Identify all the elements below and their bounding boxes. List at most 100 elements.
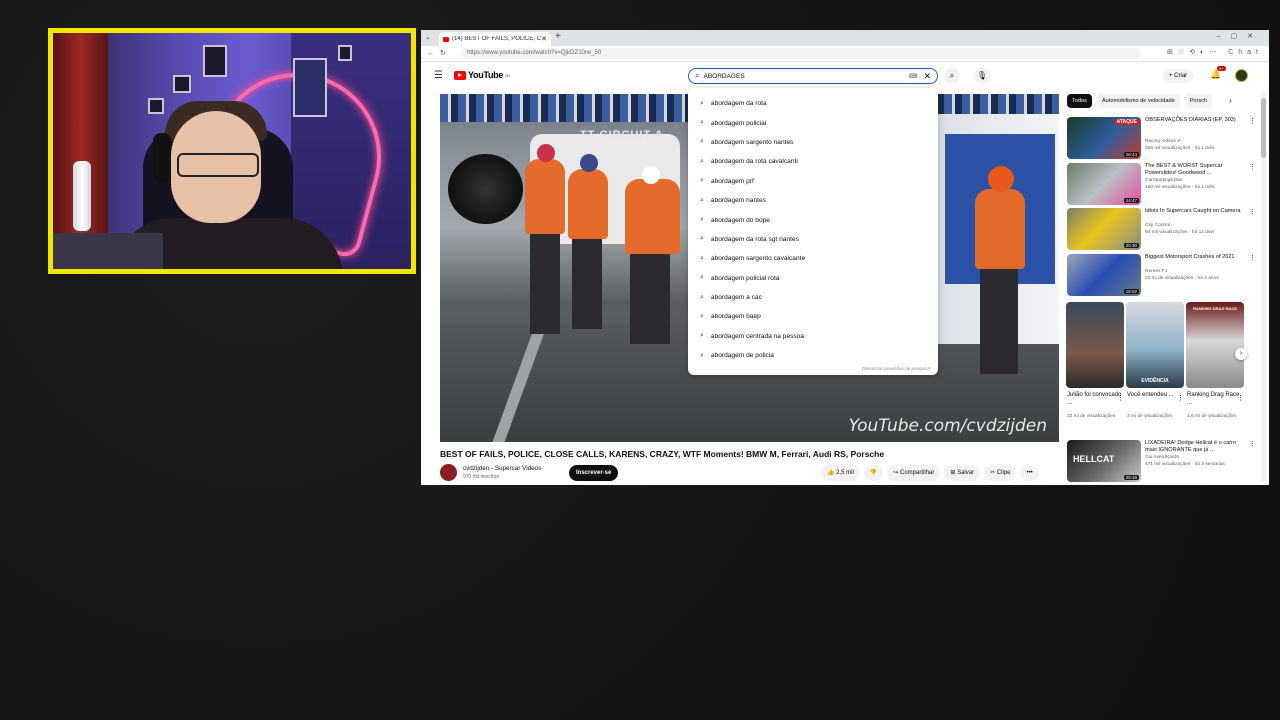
more-options-icon[interactable]: ⋮ xyxy=(1249,163,1256,171)
more-options-icon[interactable]: ⋮ xyxy=(1177,394,1184,402)
rec-title: OBSERVAÇÕES DIÁRIAS (EP. 303) xyxy=(1145,117,1236,123)
browser-tab[interactable]: (14) BEST OF FAILS, POLICE, CLOSE ✕ xyxy=(439,32,551,46)
new-tab-icon[interactable]: + xyxy=(555,31,561,42)
short-meta: 22 mi de visualizações xyxy=(1067,414,1116,419)
rescue-helmet xyxy=(988,166,1014,192)
short-item[interactable]: EVIDÊNCIA xyxy=(1126,302,1184,388)
chat-button[interactable]: Chat xyxy=(1228,49,1263,56)
chevron-right-icon[interactable]: › xyxy=(1235,348,1247,360)
microphone-icon[interactable]: 🎙 xyxy=(974,68,990,84)
youtube-logo[interactable]: YouTube BR xyxy=(454,70,510,80)
save-button[interactable]: ⊞ Salvar xyxy=(944,465,981,481)
close-tab-icon[interactable]: ✕ xyxy=(541,35,547,43)
short-item[interactable]: RANKING DRAG RACE xyxy=(1186,302,1244,388)
more-options-icon[interactable]: ⋮ xyxy=(1117,394,1124,402)
search-button[interactable]: ⌕ xyxy=(944,68,960,84)
tab-list-icon[interactable]: ⌄ xyxy=(425,33,431,41)
menu-icon[interactable]: ☰ xyxy=(434,70,443,81)
sidebar-scrollbar[interactable] xyxy=(1261,92,1266,482)
chip-all[interactable]: Todos xyxy=(1067,94,1092,108)
rec-meta: 366 mil visualizações · há 1 mês xyxy=(1145,146,1215,151)
video-watermark: YouTube.com/cvdzijden xyxy=(848,416,1047,436)
more-options-icon[interactable]: ⋮ xyxy=(1249,208,1256,216)
create-button[interactable]: + Criar xyxy=(1163,69,1194,83)
suggestion-item[interactable]: ⌕ abordagem nantes xyxy=(688,191,938,210)
browser-window: ⌄ (14) BEST OF FAILS, POLICE, CLOSE ✕ + … xyxy=(421,30,1269,485)
short-title[interactable]: Ranking Drag Race ... xyxy=(1187,392,1243,407)
search-input[interactable]: ⌕ ABORDAGES ⌨ ✕ xyxy=(688,68,938,84)
glasses xyxy=(177,153,259,177)
duration: 28:43 xyxy=(1123,152,1139,157)
short-meta: 3 mi de visualizações xyxy=(1127,414,1173,419)
rescue-worker xyxy=(975,189,1025,269)
marshal xyxy=(568,169,608,239)
clip-label: Clipe xyxy=(996,470,1011,476)
notification-badge: 9+ xyxy=(1217,66,1226,71)
share-button[interactable]: ↪ Compartilhar xyxy=(887,465,941,481)
wall-frame xyxy=(148,98,164,114)
recommendation-item[interactable]: ATAQUE 28:43 OBSERVAÇÕES DIÁRIAS (EP. 30… xyxy=(1067,117,1257,159)
like-count: 2,5 mil xyxy=(836,470,854,476)
scrollbar-thumb[interactable] xyxy=(1261,98,1266,158)
more-actions-button[interactable]: ••• xyxy=(1020,465,1039,481)
recommendation-item[interactable]: 20:30 Idiots In Supercars Caught on Came… xyxy=(1067,208,1257,250)
dislike-button[interactable]: 👎 xyxy=(863,465,884,481)
clear-search-icon[interactable]: ✕ xyxy=(923,71,931,82)
search-icon: ⌕ xyxy=(700,332,704,340)
rec-channel: Gui AverdKardo xyxy=(1145,455,1179,460)
marshal-cap xyxy=(580,154,598,172)
wall-frame xyxy=(203,45,227,77)
report-predictions-link[interactable]: Denunciar previsões de pesquisa xyxy=(862,366,930,371)
water-bottle xyxy=(73,161,91,231)
suggestion-item[interactable]: ⌕ abordagem baep xyxy=(688,307,938,326)
short-item[interactable] xyxy=(1066,302,1124,388)
window-controls[interactable]: –▢✕ xyxy=(1217,32,1263,40)
more-options-icon[interactable]: ⋮ xyxy=(1249,117,1256,125)
more-options-icon[interactable]: ⋮ xyxy=(1237,394,1244,402)
nav-buttons[interactable]: ←↻ xyxy=(427,49,452,57)
subscribe-button[interactable]: Inscrever-se xyxy=(569,465,619,481)
recommendation-item[interactable]: HELLCAT 25:16 LIXADEIRA! Dodge Hellcat é… xyxy=(1067,440,1257,482)
suggestion-item[interactable]: ⌕ abordagem prf xyxy=(688,172,938,191)
search-icon: ⌕ xyxy=(700,119,704,127)
like-button[interactable]: 👍 2,5 mil xyxy=(821,465,860,481)
account-avatar[interactable] xyxy=(1235,69,1248,82)
suggestion-item[interactable]: ⌕ abordagem centrada na pessoa xyxy=(688,327,938,346)
suggestion-item[interactable]: ⌕ abordagem sargento cavalcante xyxy=(688,249,938,268)
webcam-overlay xyxy=(48,28,416,274)
suggestion-item[interactable]: ⌕ abordagem da rota xyxy=(688,94,938,113)
short-title[interactable]: Julião foi convocado ... xyxy=(1067,392,1123,407)
suggestion-item[interactable]: ⌕ abordagem da rota sgt nantes xyxy=(688,230,938,249)
chip-motorsport[interactable]: Automobilismo de velocidade xyxy=(1096,94,1180,108)
suggestion-item[interactable]: ⌕ abordagem policial xyxy=(688,113,938,132)
youtube-favicon-icon xyxy=(443,36,449,42)
suggestion-item[interactable]: ⌕ abordagem a cac xyxy=(688,288,938,307)
search-icon: ⌕ xyxy=(700,274,704,282)
suggestion-item[interactable]: ⌕ abordagem do bope xyxy=(688,210,938,229)
suggestion-item[interactable]: ⌕ abordagem policial rota xyxy=(688,269,938,288)
more-options-icon[interactable]: ⋮ xyxy=(1249,254,1256,262)
chevron-right-icon[interactable]: › xyxy=(1229,96,1232,105)
thumb-label: HELLCAT xyxy=(1073,454,1115,464)
marshal-cap xyxy=(642,166,660,184)
suggestion-item[interactable]: ⌕ abordagem da rota cavalcanti xyxy=(688,152,938,171)
url-field[interactable]: https://www.youtube.com/watch?v=QjkOZ10r… xyxy=(461,48,1141,59)
keyboard-icon[interactable]: ⌨ xyxy=(909,73,918,80)
rec-title: LIXADEIRA! Dodge Hellcat é o carro mais … xyxy=(1145,440,1237,453)
clip-button[interactable]: ✂ Clipe xyxy=(984,465,1017,481)
suggestion-item[interactable]: ⌕ abordagem de policia xyxy=(688,346,938,365)
save-label: Salvar xyxy=(957,470,975,476)
channel-avatar[interactable] xyxy=(440,464,457,481)
suggestion-item[interactable]: ⌕ abordagem sargento nantes xyxy=(688,133,938,152)
short-title[interactable]: Você entendeu ... xyxy=(1127,392,1183,400)
channel-name[interactable]: cvdzijden - Supercar Videos xyxy=(463,465,541,472)
browser-toolbar-icons[interactable]: ⊞☆⟲◐⋯ Chat xyxy=(1167,48,1263,56)
more-options-icon[interactable]: ⋮ xyxy=(1249,440,1256,448)
recommendation-item[interactable]: 14:47 The BEST & WORST Supercar Powersli… xyxy=(1067,163,1257,205)
rescue-legs xyxy=(980,269,1018,374)
search-icon: ⌕ xyxy=(700,235,704,243)
suggestion-text: abordagem policial xyxy=(710,119,767,127)
chip-porsche[interactable]: Porsch xyxy=(1184,94,1213,108)
recommendation-item[interactable]: 18:02 Biggest Motorsport Crashes of 2021… xyxy=(1067,254,1257,296)
suggestion-text: abordagem policial rota xyxy=(710,274,780,282)
